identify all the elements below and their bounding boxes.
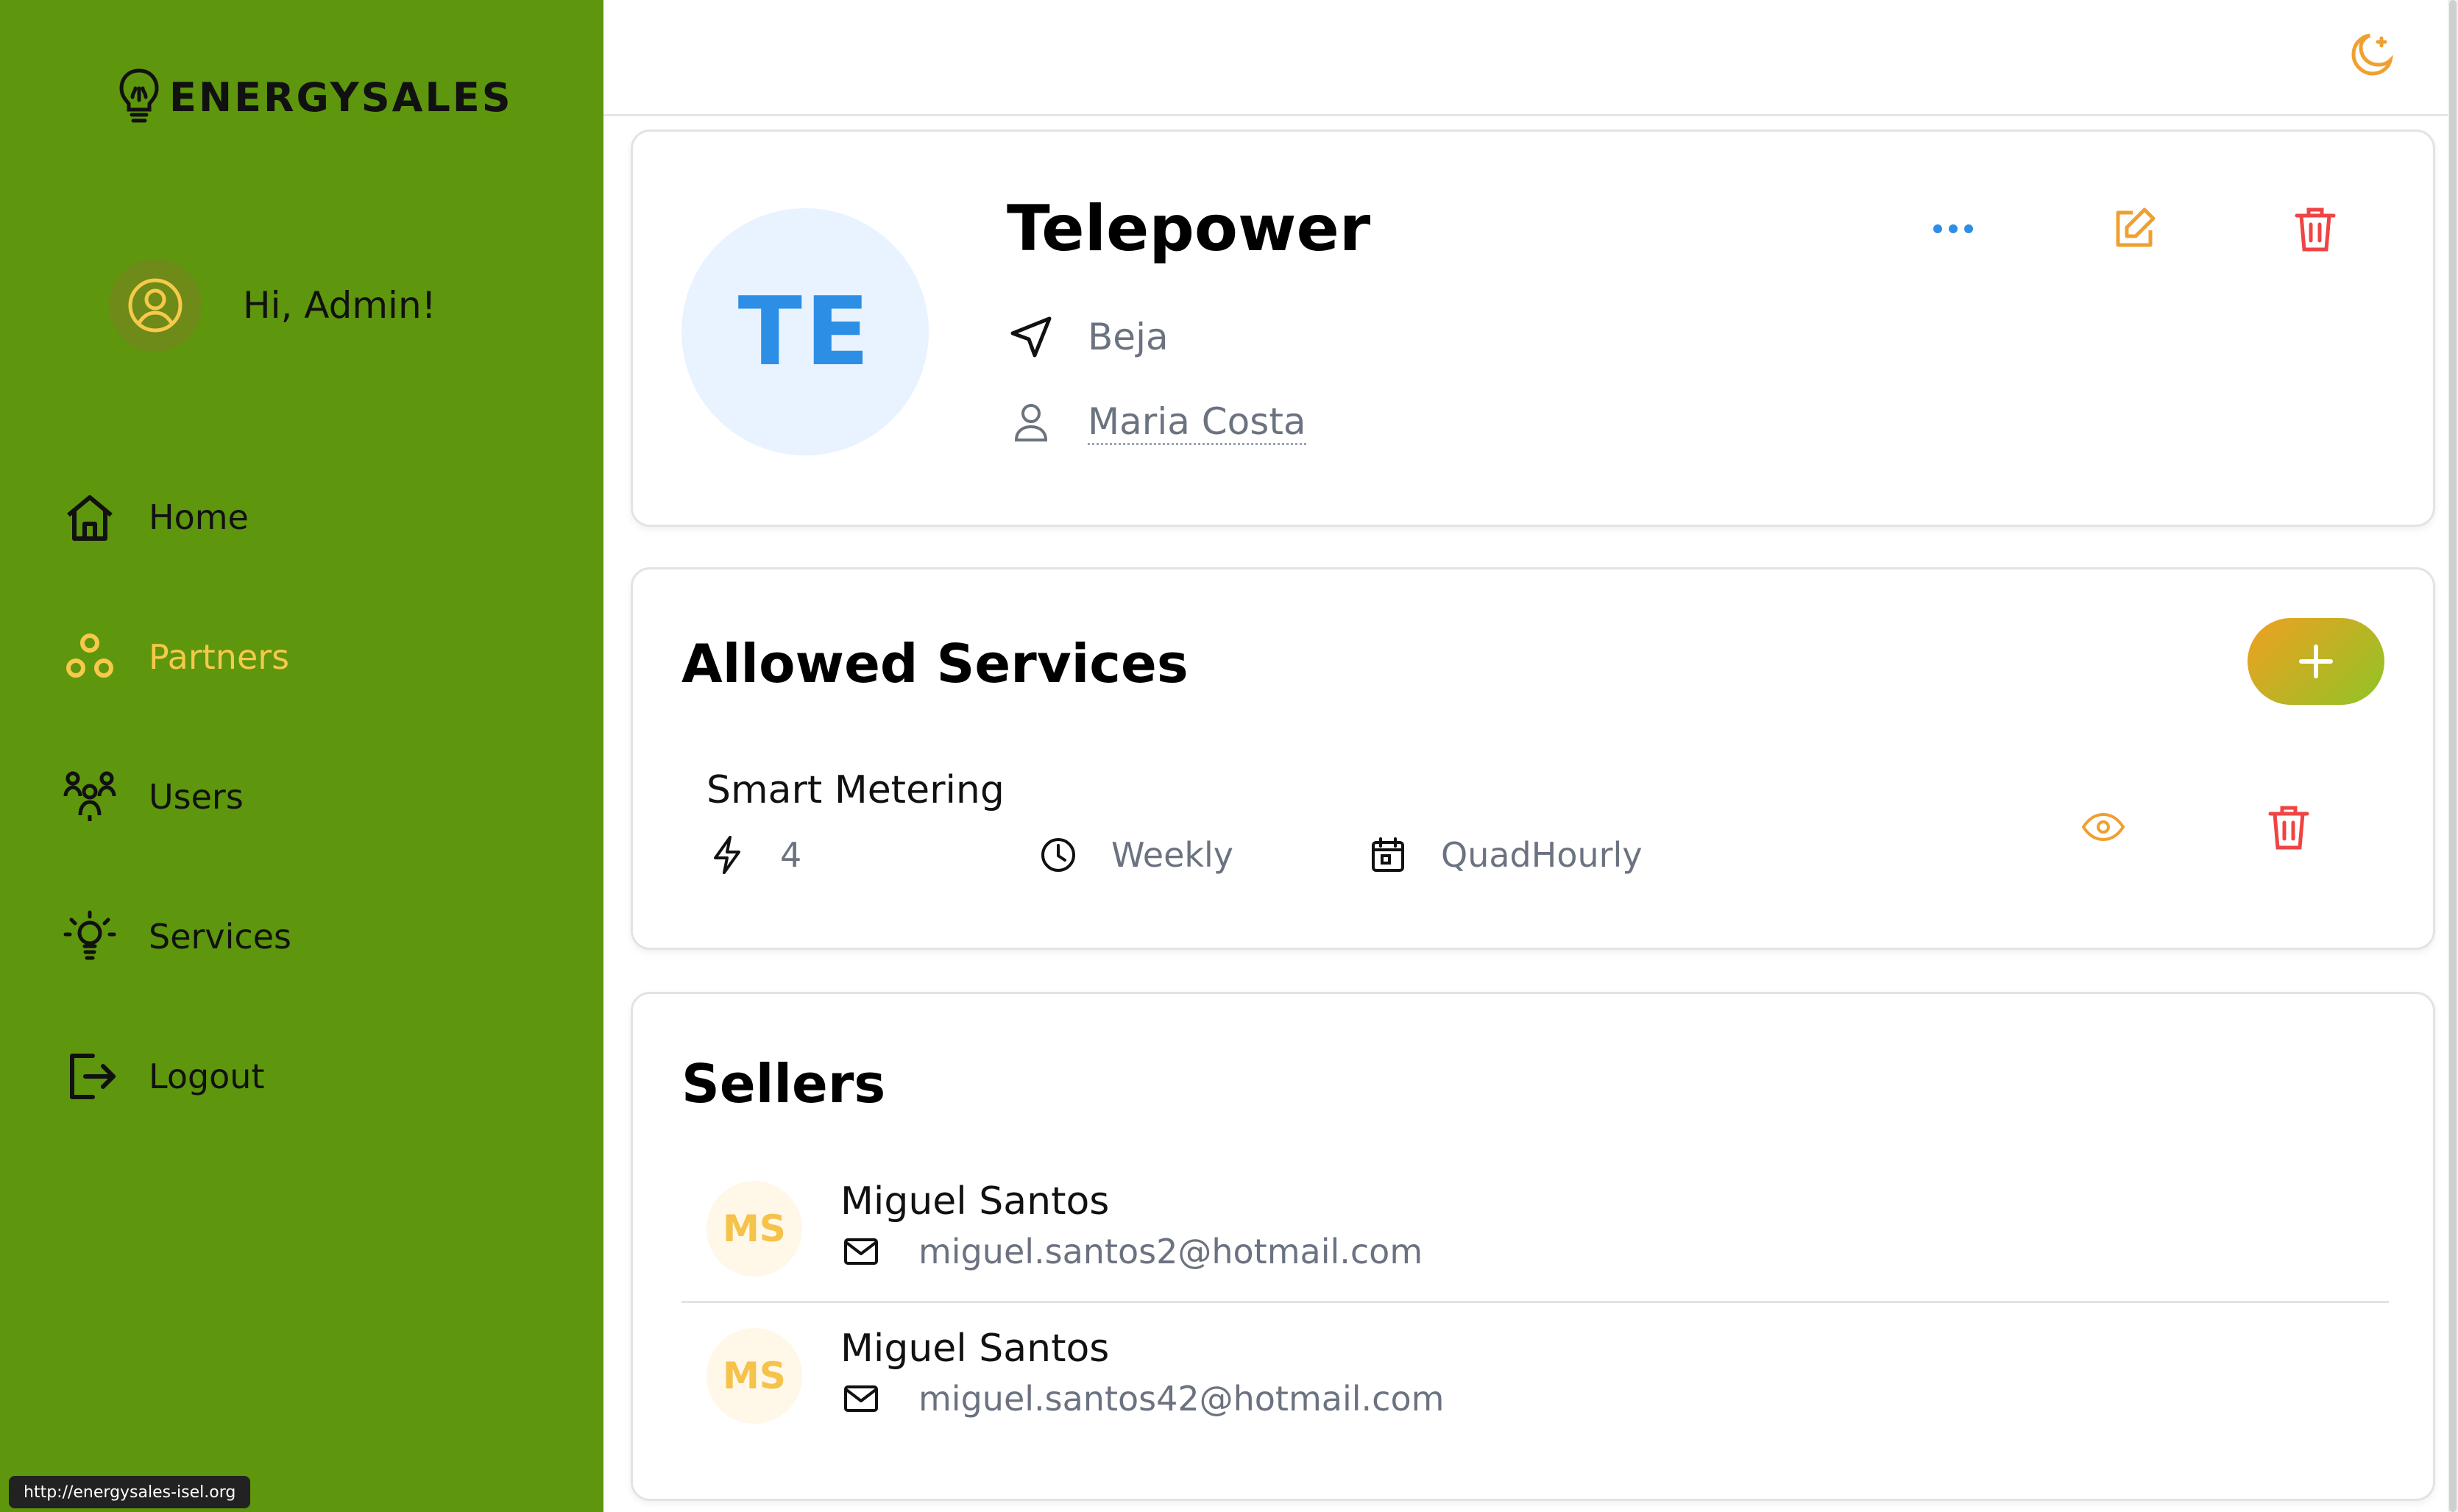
- sidebar-item-home[interactable]: Home: [62, 477, 577, 558]
- user-greeting: Hi, Admin!: [109, 259, 436, 352]
- sellers-card: Sellers MS Miguel Santos miguel.santos2@…: [631, 992, 2435, 1501]
- mail-icon: [840, 1378, 882, 1419]
- power-value: 4: [780, 835, 802, 875]
- sidebar-item-users[interactable]: Users: [62, 756, 577, 837]
- partner-avatar: TE: [681, 208, 929, 455]
- services-title: Allowed Services: [681, 633, 1189, 695]
- top-bar: [603, 0, 2458, 116]
- mail-icon: [840, 1231, 882, 1272]
- clock-icon: [1038, 834, 1079, 876]
- partner-manager: Maria Costa: [1007, 398, 1306, 447]
- seller-name: Miguel Santos: [840, 1327, 1110, 1371]
- trash-icon: [2268, 806, 2309, 850]
- sellers-title: Sellers: [681, 1053, 886, 1115]
- delete-partner-button[interactable]: [2286, 199, 2345, 258]
- moon-icon: [2351, 33, 2394, 76]
- seller-avatar: MS: [706, 1181, 802, 1277]
- home-icon: [62, 489, 118, 545]
- partners-icon: [62, 629, 118, 685]
- seller-avatar: MS: [706, 1328, 802, 1424]
- partner-name: Telepower: [1007, 192, 1371, 266]
- partner-profile-card: TE Telepower Beja Maria Costa: [631, 129, 2435, 527]
- sidebar-nav: Home Partners Users Services Logout: [62, 477, 577, 1176]
- allowed-services-card: Allowed Services Smart Metering 4 Weekly: [631, 567, 2435, 950]
- brand-logo[interactable]: ENERGYSALES: [118, 68, 513, 127]
- seller-email-text: miguel.santos2@hotmail.com: [918, 1232, 1423, 1271]
- logout-icon: [62, 1048, 118, 1104]
- edit-icon: [2116, 207, 2156, 247]
- manager-link[interactable]: Maria Costa: [1088, 400, 1306, 445]
- sidebar-item-services[interactable]: Services: [62, 896, 577, 977]
- lightbulb-icon: [62, 909, 118, 965]
- service-name: Smart Metering: [706, 768, 1005, 812]
- user-circle-icon: [128, 278, 183, 333]
- bolt-icon: [706, 834, 748, 876]
- seller-initials: MS: [723, 1207, 786, 1250]
- frequency-value: Weekly: [1111, 835, 1234, 875]
- service-frequency: Weekly: [1038, 834, 1233, 876]
- sidebar-item-label: Logout: [149, 1057, 265, 1096]
- more-options-button[interactable]: [1924, 199, 1983, 258]
- more-icon: [1933, 224, 1973, 233]
- sidebar: ENERGYSALES Hi, Admin! Home Partners Use…: [0, 0, 603, 1512]
- sidebar-item-label: Users: [149, 777, 244, 817]
- status-bar-url: http://energysales-isel.org: [9, 1476, 251, 1508]
- page-scrollbar[interactable]: [2448, 0, 2458, 1512]
- brand-name: ENERGYSALES: [169, 74, 513, 121]
- seller-row[interactable]: MS Miguel Santos miguel.santos42@hotmail…: [681, 1303, 2389, 1450]
- scrollbar-thumb[interactable]: [2449, 0, 2457, 1512]
- user-avatar[interactable]: [109, 259, 202, 352]
- delete-service-button[interactable]: [2259, 798, 2318, 856]
- greeting-text: Hi, Admin!: [243, 284, 436, 327]
- person-icon: [1007, 398, 1055, 447]
- sidebar-item-label: Home: [149, 497, 249, 537]
- service-granularity: QuadHourly: [1367, 834, 1643, 876]
- seller-row[interactable]: MS Miguel Santos miguel.santos2@hotmail.…: [681, 1156, 2389, 1303]
- sidebar-item-partners[interactable]: Partners: [62, 617, 577, 698]
- navigation-icon: [1007, 313, 1055, 361]
- view-service-button[interactable]: [2074, 798, 2133, 856]
- sidebar-item-label: Services: [149, 917, 291, 956]
- seller-name: Miguel Santos: [840, 1179, 1110, 1224]
- granularity-value: QuadHourly: [1441, 835, 1643, 875]
- location-text: Beja: [1088, 316, 1169, 358]
- users-icon: [62, 769, 118, 825]
- sidebar-item-logout[interactable]: Logout: [62, 1036, 577, 1117]
- seller-email: miguel.santos2@hotmail.com: [840, 1231, 1423, 1272]
- theme-toggle-button[interactable]: [2345, 28, 2398, 81]
- trash-icon: [2295, 207, 2336, 252]
- add-service-button[interactable]: [2248, 618, 2384, 705]
- sidebar-item-label: Partners: [149, 637, 290, 677]
- service-power: 4: [706, 834, 801, 876]
- bulb-logo-icon: [119, 68, 159, 123]
- seller-email-text: miguel.santos42@hotmail.com: [918, 1379, 1445, 1419]
- eye-icon: [2081, 812, 2125, 842]
- partner-location: Beja: [1007, 313, 1169, 361]
- seller-email: miguel.santos42@hotmail.com: [840, 1378, 1444, 1419]
- plus-icon: [2299, 645, 2333, 678]
- edit-partner-button[interactable]: [2105, 199, 2164, 258]
- seller-initials: MS: [723, 1355, 786, 1397]
- partner-initials: TE: [737, 277, 873, 387]
- calendar-icon: [1367, 834, 1409, 876]
